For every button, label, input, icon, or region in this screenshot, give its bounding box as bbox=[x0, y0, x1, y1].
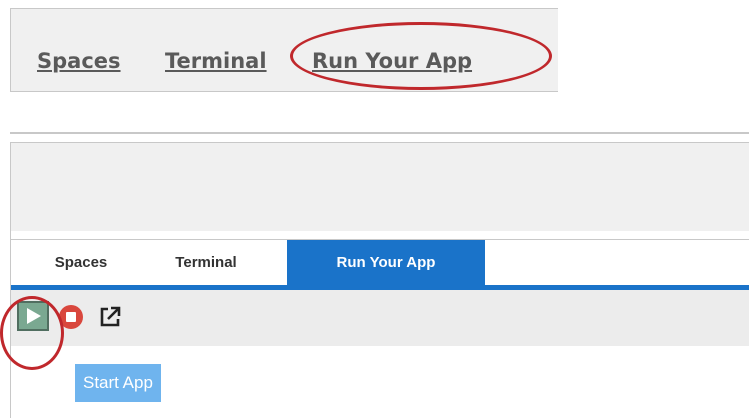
top-link-spaces[interactable]: Spaces bbox=[37, 51, 121, 72]
tab-bar: Spaces Terminal Run Your App bbox=[11, 239, 749, 286]
top-link-terminal[interactable]: Terminal bbox=[165, 51, 267, 72]
divider bbox=[10, 132, 749, 134]
window-header bbox=[11, 143, 749, 231]
stop-icon bbox=[59, 305, 83, 329]
start-app-tooltip: Start App bbox=[75, 364, 161, 402]
toolbar bbox=[11, 290, 749, 346]
tab-spaces[interactable]: Spaces bbox=[41, 240, 121, 286]
play-icon bbox=[27, 308, 41, 324]
start-app-button[interactable] bbox=[17, 301, 49, 331]
top-link-run-your-app[interactable]: Run Your App bbox=[312, 51, 472, 72]
top-menu-panel: Spaces Terminal Run Your App bbox=[10, 8, 558, 92]
app-window: Spaces Terminal Run Your App Start App bbox=[10, 142, 749, 418]
tab-run-your-app[interactable]: Run Your App bbox=[287, 240, 485, 286]
stop-app-button[interactable] bbox=[56, 302, 86, 332]
open-external-button[interactable] bbox=[95, 302, 125, 332]
external-link-icon bbox=[100, 306, 121, 327]
tab-terminal[interactable]: Terminal bbox=[159, 240, 253, 286]
